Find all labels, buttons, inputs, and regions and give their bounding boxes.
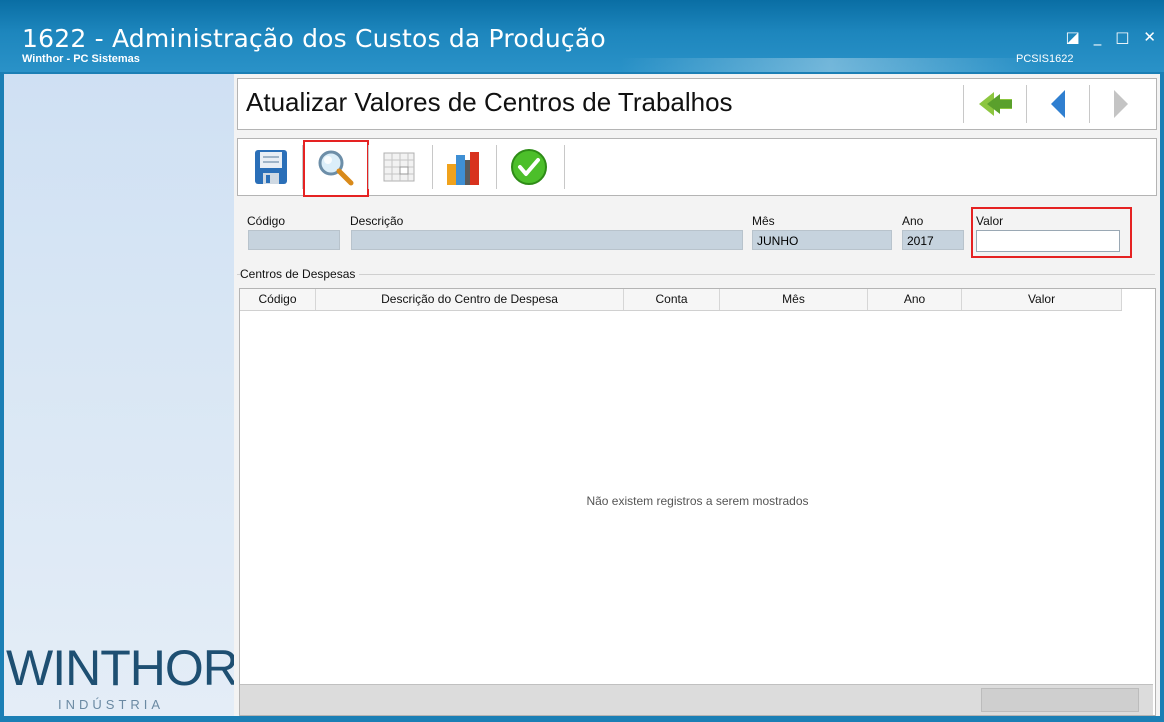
mes-label: Mês [752, 214, 775, 228]
nav-divider [963, 85, 964, 123]
descricao-label: Descrição [350, 214, 404, 228]
previous-record-button[interactable] [1033, 83, 1083, 125]
sidebar: WINTHOR INDÚSTRIA [4, 74, 239, 716]
confirm-button[interactable] [500, 143, 558, 191]
window-title: 1622 - Administração dos Custos da Produ… [22, 24, 606, 53]
chart-button[interactable] [434, 143, 492, 191]
logo-subtext: INDÚSTRIA [58, 697, 165, 712]
despesas-table: Código Descrição do Centro de Despesa Co… [239, 288, 1156, 716]
column-header-descricao[interactable]: Descrição do Centro de Despesa [316, 289, 624, 310]
bar-chart-icon [447, 152, 479, 185]
codigo-label: Código [247, 214, 286, 228]
left-arrow-icon [1051, 90, 1065, 118]
check-circle-icon [511, 149, 547, 185]
right-arrow-icon [1114, 90, 1128, 118]
search-button-highlight [303, 140, 369, 197]
group-title: Centros de Despesas [240, 267, 360, 281]
column-header-mes[interactable]: Mês [720, 289, 868, 310]
toolbar-divider [368, 145, 369, 189]
valor-highlight [971, 207, 1132, 258]
window-controls: ◪ _ □ ✕ [1066, 28, 1156, 46]
table-footer [240, 684, 1153, 715]
column-header-conta[interactable]: Conta [624, 289, 720, 310]
column-header-valor[interactable]: Valor [962, 289, 1122, 310]
title-bar-streak [620, 58, 1040, 72]
record-navigation [957, 83, 1146, 125]
next-record-button[interactable] [1096, 83, 1146, 125]
double-left-arrow-icon [979, 92, 1012, 116]
nav-divider [1026, 85, 1027, 123]
column-header-ano[interactable]: Ano [868, 289, 962, 310]
close-button[interactable]: ✕ [1143, 28, 1156, 46]
grid-button[interactable] [370, 143, 428, 191]
restore-button[interactable]: ◪ [1066, 28, 1080, 46]
page-header: Atualizar Valores de Centros de Trabalho… [237, 78, 1157, 130]
page-title: Atualizar Valores de Centros de Trabalho… [246, 87, 733, 117]
minimize-button[interactable]: _ [1094, 28, 1102, 46]
descricao-field[interactable] [351, 230, 743, 250]
program-code: PCSIS1622 [1016, 53, 1074, 65]
toolbar [237, 138, 1157, 197]
group-divider [237, 274, 1155, 275]
nav-divider [1089, 85, 1090, 123]
codigo-field[interactable] [248, 230, 340, 250]
toolbar-divider [432, 145, 433, 189]
mes-field[interactable]: JUNHO [752, 230, 892, 250]
empty-table-message: Não existem registros a serem mostrados [586, 494, 809, 508]
maximize-button[interactable]: □ [1115, 28, 1129, 46]
logo-text: WINTHOR [6, 640, 239, 696]
save-button[interactable] [242, 143, 300, 191]
winthor-logo: WINTHOR INDÚSTRIA [4, 639, 239, 716]
toolbar-divider [564, 145, 565, 189]
first-record-button[interactable] [970, 83, 1020, 125]
footer-summary-cell [981, 688, 1139, 712]
column-header-codigo[interactable]: Código [240, 289, 316, 310]
main-content: Atualizar Valores de Centros de Trabalho… [234, 74, 1160, 716]
window-border-right [1160, 74, 1164, 722]
grid-icon [383, 152, 415, 182]
title-bar: 1622 - Administração dos Custos da Produ… [0, 0, 1164, 72]
ano-field[interactable]: 2017 [902, 230, 964, 250]
table-header: Código Descrição do Centro de Despesa Co… [240, 289, 1122, 311]
floppy-disk-icon [255, 150, 287, 184]
toolbar-divider [496, 145, 497, 189]
window-subtitle: Winthor - PC Sistemas [22, 53, 140, 65]
ano-label: Ano [902, 214, 924, 228]
